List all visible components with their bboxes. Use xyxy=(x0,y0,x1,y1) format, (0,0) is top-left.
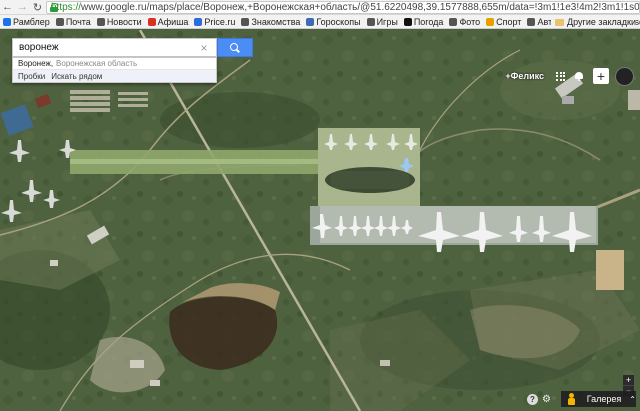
share-button[interactable]: + xyxy=(593,68,609,84)
bookmark-label: Рамблер xyxy=(13,16,50,27)
pegman-icon[interactable] xyxy=(566,391,578,407)
bookmark-label: Гороскопы xyxy=(316,16,361,27)
mail-icon xyxy=(55,17,64,26)
weather-icon xyxy=(403,17,412,26)
bookmark-label: Афиша xyxy=(157,16,189,27)
browser-toolbar: ← → ↻ https://www.google.ru/maps/place/В… xyxy=(0,0,640,15)
suggestion-actions: Пробки Искать рядом xyxy=(13,70,216,82)
google-plus-username[interactable]: +Феликс xyxy=(505,71,544,81)
maps-search-box: × xyxy=(12,38,217,57)
bookmark-item[interactable]: Игры xyxy=(366,16,398,27)
afisha-icon xyxy=(147,17,156,26)
chevron-up-icon[interactable]: ⌃ xyxy=(629,395,636,404)
gallery-button[interactable]: Галерея ⌃ xyxy=(561,391,636,407)
gallery-label: Галерея xyxy=(586,394,622,404)
bookmark-item[interactable]: Рамблер xyxy=(3,17,50,27)
apps-grid-icon[interactable] xyxy=(556,71,565,81)
bookmark-item[interactable]: Новости xyxy=(96,16,142,27)
bookmark-label: Погода xyxy=(413,16,444,27)
suggestion-item[interactable]: Воронеж, Воронежская область xyxy=(13,58,216,70)
settings-gear-icon[interactable]: ⚙ xyxy=(541,394,552,405)
search-nearby-link[interactable]: Искать рядом xyxy=(51,72,102,81)
reload-icon[interactable]: ↻ xyxy=(30,0,45,15)
bookmark-label: Price.ru xyxy=(204,16,236,27)
forward-arrow-icon[interactable]: → xyxy=(15,0,30,15)
search-button[interactable] xyxy=(217,38,253,57)
suggestion-sub-text: Воронежская область xyxy=(56,59,138,68)
horoscope-icon xyxy=(306,17,315,26)
search-icon xyxy=(230,42,240,53)
address-bar[interactable]: https://www.google.ru/maps/place/Воронеж… xyxy=(46,1,640,14)
account-controls: +Феликс + xyxy=(505,66,634,86)
bookmark-label: Знакомства xyxy=(251,16,301,27)
zoom-in-button[interactable]: + xyxy=(623,375,634,386)
bookmark-label: Новости xyxy=(106,16,142,27)
avatar[interactable] xyxy=(615,66,634,86)
notifications-bell-icon[interactable] xyxy=(575,71,583,81)
map-footer-controls: ? ⚙ xyxy=(527,391,558,407)
other-bookmarks-label: Другие закладки xyxy=(567,17,636,27)
bookmark-label: Фото xyxy=(459,16,481,27)
bookmark-item[interactable]: Фото xyxy=(449,17,480,27)
sport-icon xyxy=(486,17,495,26)
bookmark-item[interactable]: Спорт xyxy=(486,17,521,27)
search-suggestions: Воронеж, Воронежская область Пробки Иска… xyxy=(12,57,217,83)
bookmark-item[interactable]: Погода xyxy=(403,16,444,27)
suggestion-main-text: Воронеж, xyxy=(18,59,54,68)
bookmark-label: Спорт xyxy=(496,16,522,27)
bookmark-item[interactable]: Price.ru xyxy=(194,17,235,27)
bookmarks-bar: Рамблер Почта Новости Афиша Price.ru Знакомст… xyxy=(0,15,640,29)
bookmark-label: Почта xyxy=(65,16,91,27)
rambler-icon xyxy=(3,17,11,26)
search-input[interactable] xyxy=(13,42,197,53)
bookmark-label: Игры xyxy=(376,16,398,27)
auto-icon xyxy=(527,17,536,26)
satellite-map[interactable]: +Феликс + + − xyxy=(0,30,640,411)
bookmark-item[interactable]: Гороскопы xyxy=(306,16,361,27)
url-text: www.google.ru/maps/place/Воронеж,+Вороне… xyxy=(81,2,640,13)
photo-icon xyxy=(449,17,458,26)
clear-search-icon[interactable]: × xyxy=(197,41,211,55)
news-icon xyxy=(96,17,105,26)
traffic-link[interactable]: Пробки xyxy=(18,72,45,81)
help-icon[interactable]: ? xyxy=(527,393,538,405)
price-icon xyxy=(194,17,203,26)
dating-icon xyxy=(241,17,250,26)
bookmark-item[interactable]: Афиша xyxy=(147,16,189,27)
folder-icon xyxy=(555,18,565,26)
other-bookmarks-folder[interactable]: Другие закладки xyxy=(551,15,636,28)
back-arrow-icon[interactable]: ← xyxy=(0,0,15,15)
bookmark-item[interactable]: Знакомства xyxy=(241,17,300,27)
satellite-imagery xyxy=(0,30,640,411)
games-icon xyxy=(366,17,375,26)
bookmark-item[interactable]: Почта xyxy=(55,16,91,27)
